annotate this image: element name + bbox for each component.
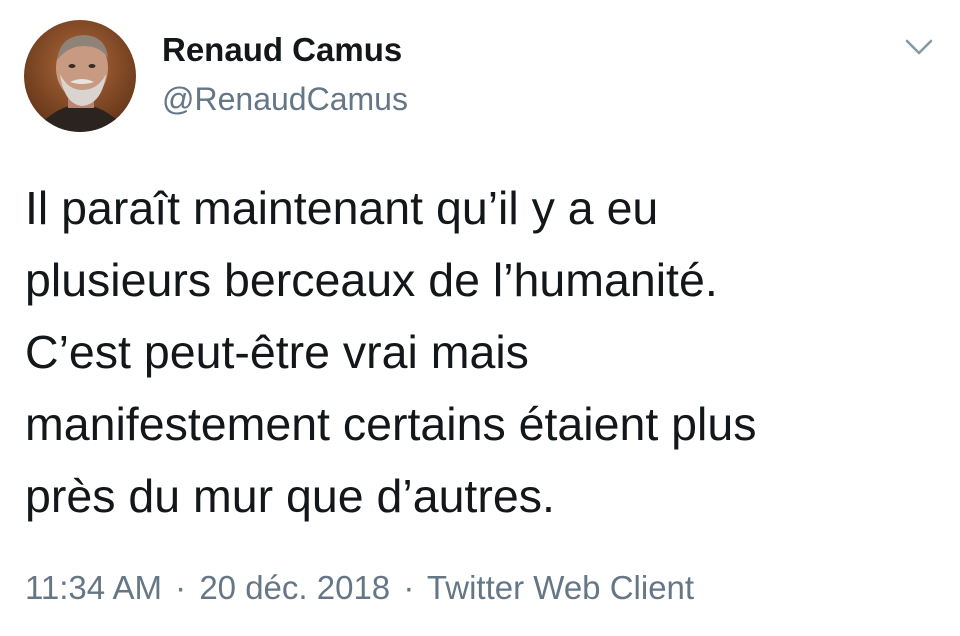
author-handle[interactable]: @RenaudCamus (162, 79, 408, 119)
avatar-photo (24, 20, 136, 132)
tweet-text-line: manifestement certains étaient plus (25, 398, 757, 450)
tweet-date[interactable]: 20 déc. 2018 (199, 569, 390, 606)
tweet-text-line: C’est peut-être vrai mais (25, 326, 529, 378)
meta-separator: · (175, 569, 187, 606)
avatar[interactable] (24, 20, 136, 132)
tweet-menu-button[interactable] (902, 34, 936, 60)
author-display-name[interactable]: Renaud Camus (162, 30, 402, 70)
tweet-text-line: plusieurs berceaux de l’humanité. (25, 254, 718, 306)
tweet-text-line: près du mur que d’autres. (25, 470, 555, 522)
tweet-time[interactable]: 11:34 AM (25, 569, 162, 606)
tweet-text: Il paraît maintenant qu’il y a eu plusie… (25, 172, 945, 532)
tweet-text-line: Il paraît maintenant qu’il y a eu (25, 182, 659, 234)
tweet-client[interactable]: Twitter Web Client (427, 569, 694, 606)
tweet-metadata: 11:34 AM · 20 déc. 2018 · Twitter Web Cl… (25, 568, 694, 608)
meta-separator: · (403, 569, 415, 606)
chevron-down-icon (905, 39, 933, 55)
tweet-card: Renaud Camus @RenaudCamus Il paraît main… (0, 0, 960, 636)
